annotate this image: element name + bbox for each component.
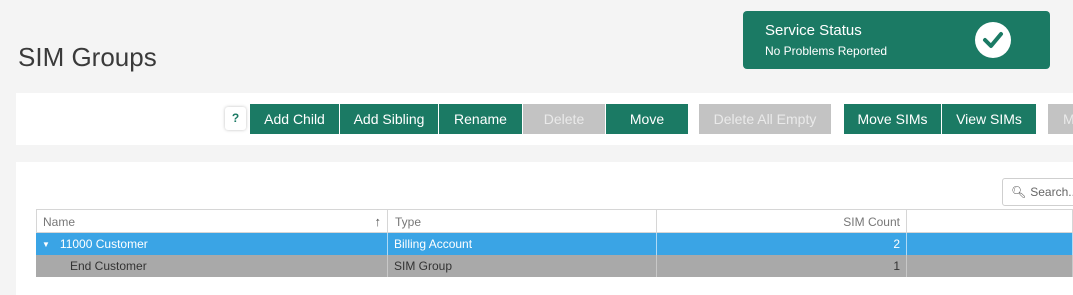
row-type: Billing Account — [388, 233, 657, 255]
delete-button[interactable]: Delete — [523, 104, 605, 134]
row-name-cell: ▼ 11000 Customer — [36, 233, 388, 255]
page-title: SIM Groups — [18, 42, 157, 72]
column-header-filler — [907, 210, 1073, 233]
delete-all-empty-button[interactable]: Delete All Empty — [699, 104, 831, 134]
row-filler — [907, 255, 1073, 277]
add-child-button[interactable]: Add Child — [250, 104, 339, 134]
more-button[interactable]: M — [1048, 104, 1073, 134]
row-type: SIM Group — [388, 255, 657, 277]
grid-header-row: Name ↑ Type SIM Count — [36, 209, 1073, 233]
expand-triangle-icon[interactable]: ▼ — [42, 234, 50, 255]
column-header-name[interactable]: Name ↑ — [36, 210, 388, 233]
sort-ascending-icon: ↑ — [374, 214, 382, 229]
check-circle-icon — [975, 22, 1011, 58]
view-sims-button[interactable]: View SIMs — [942, 104, 1036, 134]
column-header-sim-count[interactable]: SIM Count — [657, 210, 907, 233]
row-sim-count: 1 — [657, 255, 907, 277]
move-button[interactable]: Move — [606, 104, 688, 134]
toolbar: ? Add Child Add Sibling Rename Delete Mo… — [16, 93, 1073, 145]
column-header-name-label: Name — [43, 215, 76, 229]
service-status-title: Service Status — [765, 22, 862, 39]
move-sims-button[interactable]: Move SIMs — [844, 104, 941, 134]
search-input[interactable]: 🔍︎Search... — [1002, 178, 1073, 206]
row-name: 11000 Customer — [59, 237, 148, 251]
table-row[interactable]: End Customer SIM Group 1 — [36, 255, 1073, 277]
search-placeholder: Search... — [1030, 185, 1073, 199]
column-header-type[interactable]: Type — [388, 210, 657, 233]
row-name: End Customer — [36, 255, 388, 277]
help-button[interactable]: ? — [225, 107, 246, 130]
service-status-card[interactable]: Service Status No Problems Reported — [743, 11, 1050, 69]
table-row[interactable]: ▼ 11000 Customer Billing Account 2 — [36, 233, 1073, 255]
service-status-subtitle: No Problems Reported — [765, 44, 888, 58]
search-icon: 🔍︎ — [1011, 185, 1027, 199]
add-sibling-button[interactable]: Add Sibling — [340, 104, 438, 134]
sim-groups-panel: 🔍︎Search... Name ↑ Type SIM Count ▼ 11000… — [16, 162, 1073, 295]
row-sim-count: 2 — [657, 233, 907, 255]
rename-button[interactable]: Rename — [439, 104, 522, 134]
row-filler — [907, 233, 1073, 255]
